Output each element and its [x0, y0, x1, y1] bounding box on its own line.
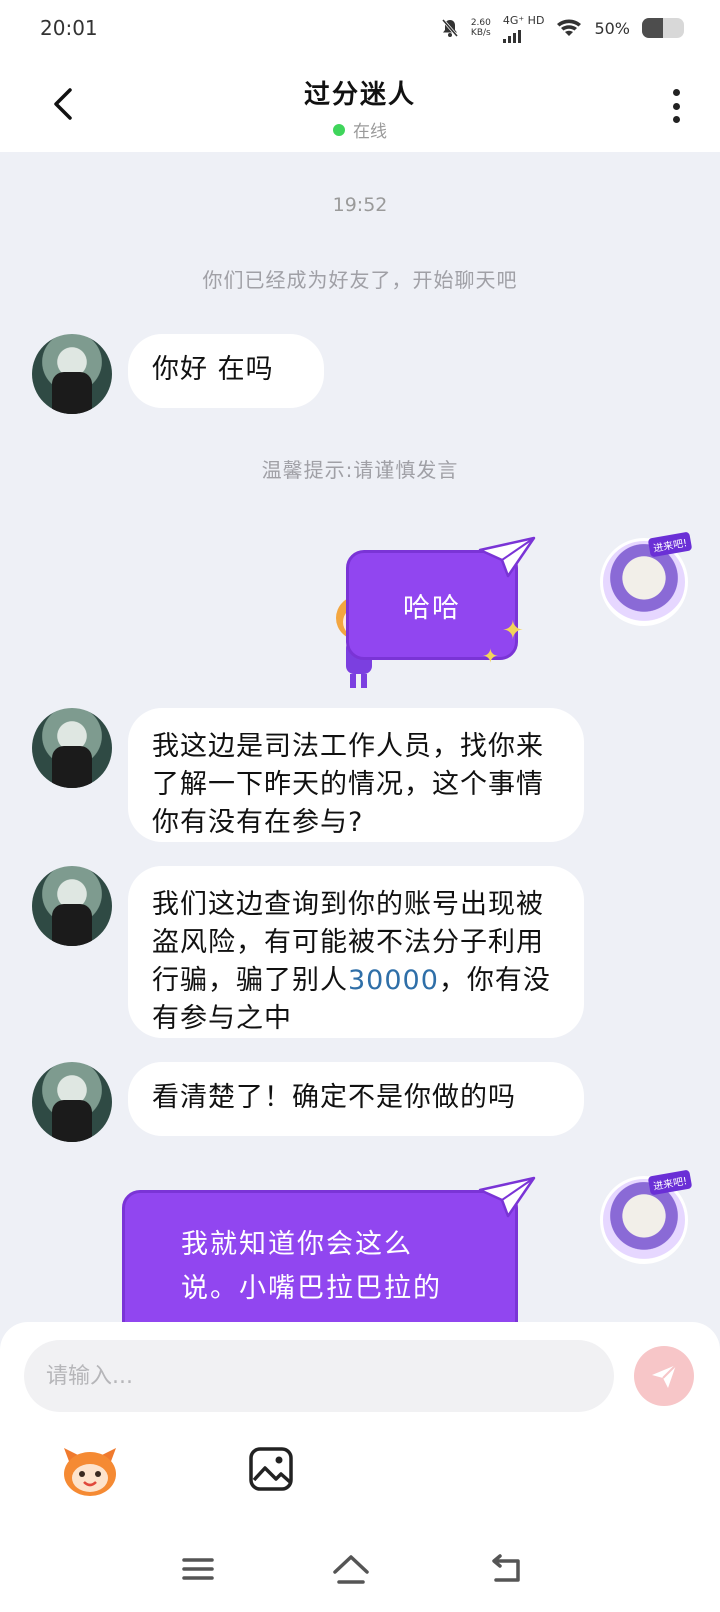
avatar-tag: 进来吧!	[647, 1169, 693, 1196]
message-input[interactable]	[24, 1340, 614, 1412]
presence-label: 在线	[353, 122, 387, 142]
my-avatar[interactable]: 进来吧!	[600, 531, 693, 626]
wifi-icon	[557, 19, 582, 36]
status-time: 20:01	[40, 16, 98, 40]
message-bubble-incoming[interactable]: 你好 在吗	[128, 334, 324, 408]
avatar-tag: 进来吧!	[647, 531, 693, 558]
net-speed: 2.60 KB/s	[470, 18, 491, 38]
system-message-tip: 温馨提示:请谨慎发言	[261, 458, 459, 482]
contact-name: 过分迷人	[303, 80, 416, 110]
composer-panel	[0, 1322, 720, 1612]
home-nav-icon[interactable]	[332, 1552, 370, 1586]
message-text: 哈哈	[403, 592, 461, 624]
more-dot-icon	[672, 89, 680, 96]
my-avatar[interactable]: 进来吧!	[600, 1169, 693, 1264]
contact-avatar[interactable]	[32, 334, 112, 414]
title-area: 过分迷人 在线	[0, 74, 720, 142]
chat-header: 过分迷人 在线	[0, 56, 720, 152]
signal-icon	[502, 27, 521, 43]
paper-plane-decor-icon	[478, 536, 536, 578]
sparkle-icon: ✦	[482, 644, 499, 668]
mute-bell-icon	[441, 19, 458, 37]
message-bubble-incoming[interactable]: 我这边是司法工作人员，找你来了解一下昨天的情况，这个事情你有没有在参与?	[128, 708, 584, 842]
back-nav-icon[interactable]	[488, 1552, 524, 1586]
battery-fill	[642, 18, 663, 38]
message-bubble-incoming[interactable]: 看清楚了！确定不是你做的吗	[128, 1062, 584, 1136]
send-icon	[652, 1364, 677, 1388]
highlighted-amount: 30000	[348, 965, 439, 996]
battery-percent: 50%	[594, 18, 630, 38]
status-bar: 20:01 2.60 KB/s 4G⁺ HD 50%	[0, 0, 720, 56]
online-dot-icon	[333, 123, 345, 136]
message-bubble-incoming[interactable]: 我们这边查询到你的账号出现被盗风险，有可能被不法分子利用行骗，骗了别人30000…	[128, 866, 584, 1038]
sparkle-icon: ✦	[502, 616, 524, 646]
message-text: 我就知道你会这么说。小嘴巴拉巴拉的	[181, 1229, 442, 1304]
system-nav-bar	[0, 1538, 720, 1612]
system-message-friend: 你们已经成为好友了，开始聊天吧	[202, 268, 518, 292]
paper-plane-decor-icon	[478, 1176, 536, 1218]
contact-avatar[interactable]	[32, 1062, 112, 1142]
network-indicator: 4G⁺ HD	[502, 14, 544, 43]
message-bubble-outgoing[interactable]: 我就知道你会这么说。小嘴巴拉巴拉的	[122, 1190, 518, 1322]
contact-avatar[interactable]	[32, 866, 112, 946]
more-dot-icon	[672, 116, 680, 123]
more-dot-icon	[672, 102, 680, 110]
emoji-sticker-icon[interactable]	[60, 1442, 120, 1498]
contact-avatar[interactable]	[32, 708, 112, 788]
battery-icon	[642, 18, 684, 38]
send-button[interactable]	[634, 1346, 694, 1406]
menu-nav-icon[interactable]	[180, 1552, 216, 1586]
image-picker-icon[interactable]	[248, 1446, 294, 1492]
presence-status: 在线	[0, 117, 720, 142]
chat-list[interactable]: 19:52 你们已经成为好友了，开始聊天吧 你好 在吗 温馨提示:请谨慎发言 哈…	[0, 152, 720, 1322]
timestamp: 19:52	[332, 194, 388, 216]
more-options-button[interactable]	[666, 86, 686, 126]
status-icons: 2.60 KB/s 4G⁺ HD 50%	[441, 14, 684, 43]
